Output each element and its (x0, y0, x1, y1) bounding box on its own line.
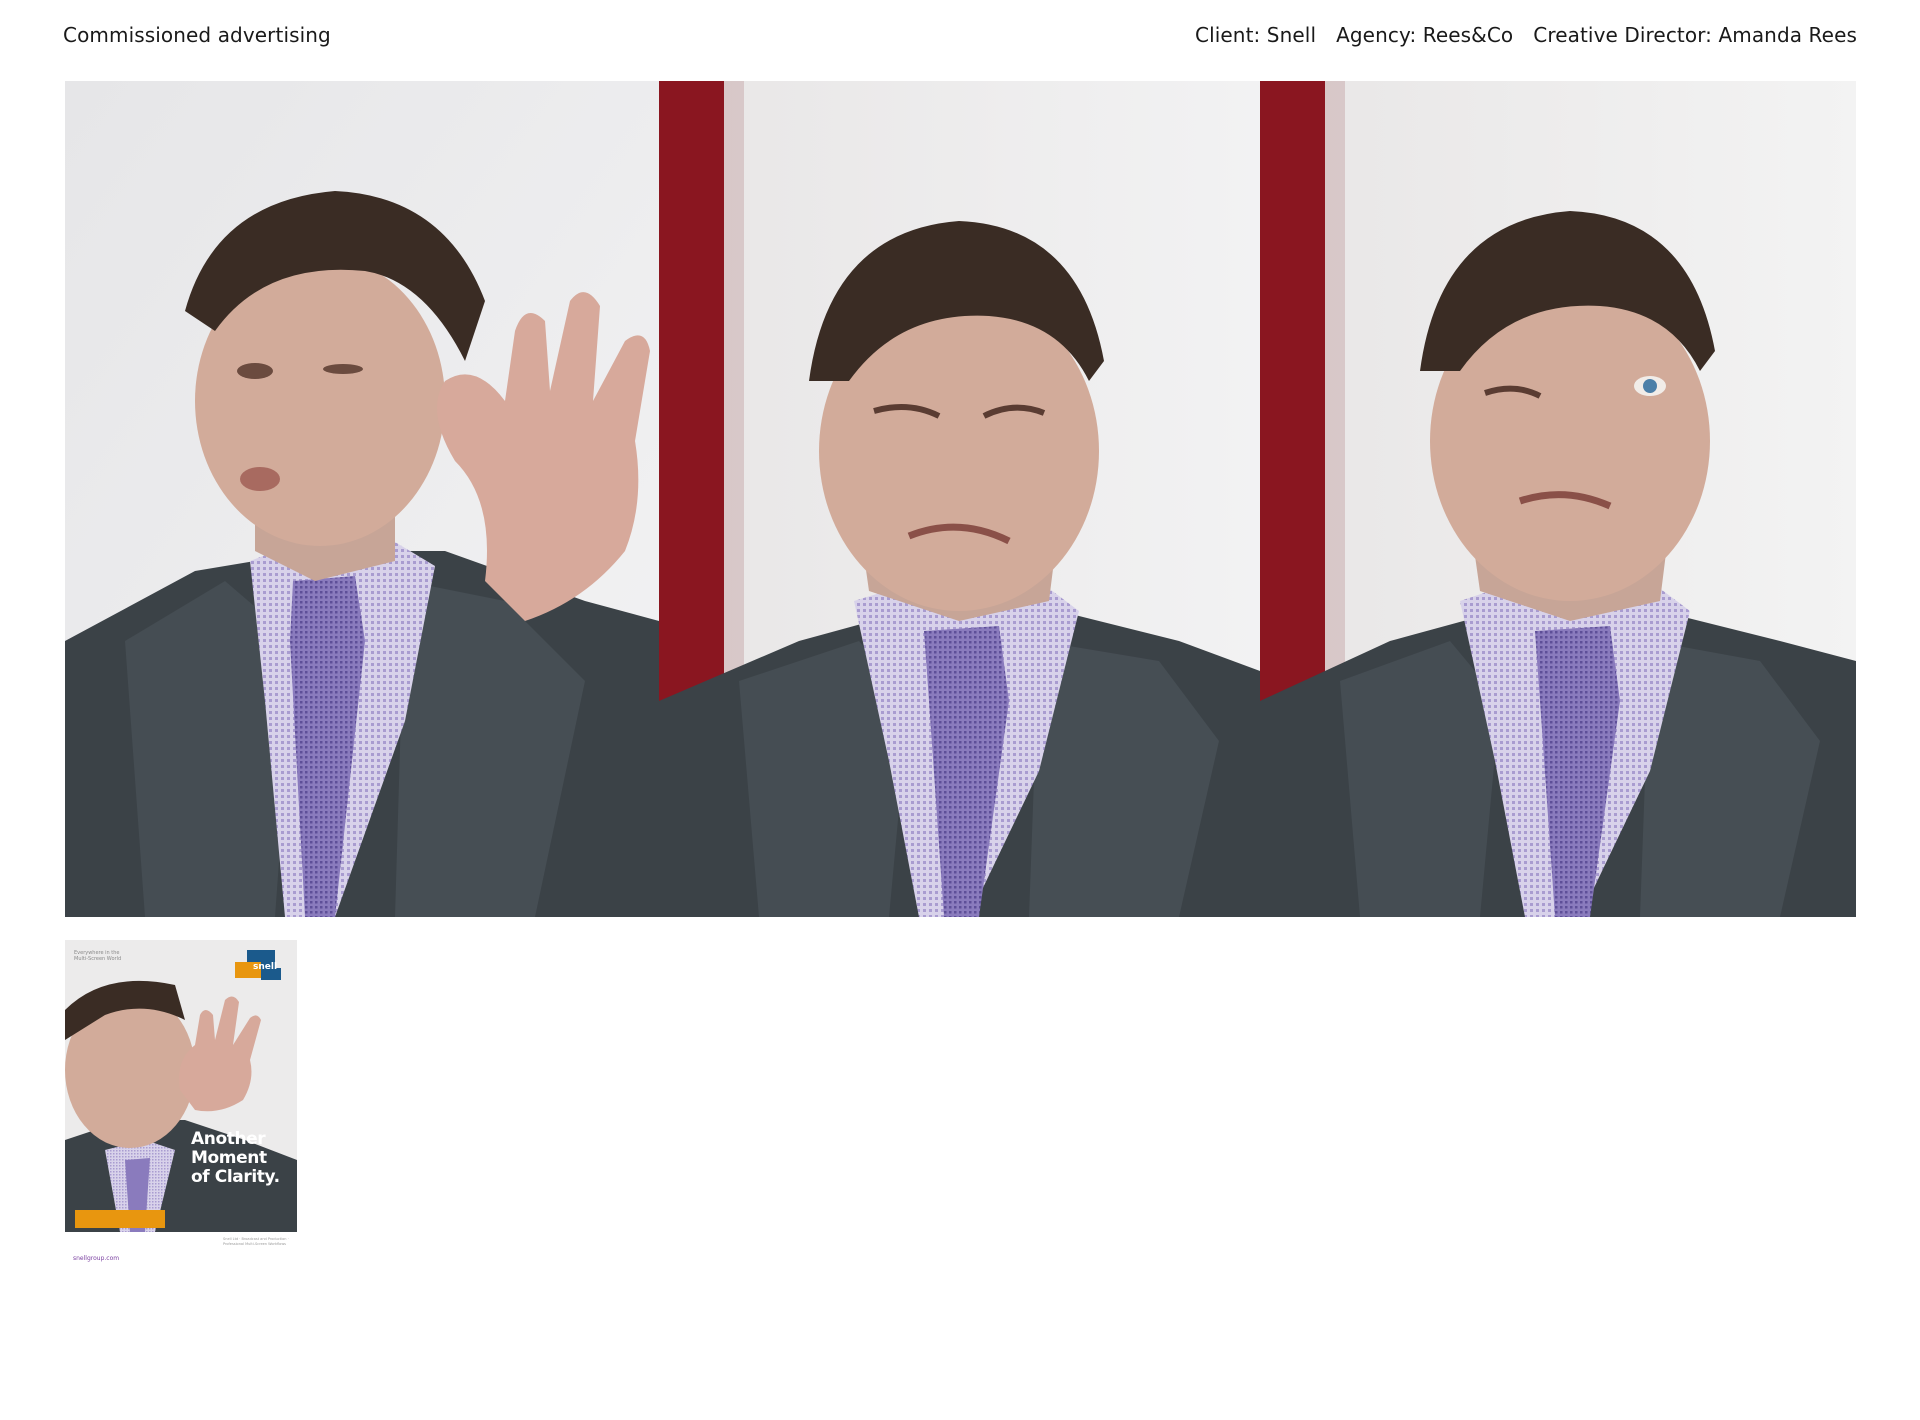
portrait-squint[interactable] (659, 81, 1260, 917)
page-title: Commissioned advertising (63, 23, 331, 47)
poster-url[interactable]: snellgroup.com (73, 1255, 119, 1262)
creative-director-credit: Creative Director: Amanda Rees (1533, 23, 1857, 47)
portrait-wink[interactable] (1260, 81, 1856, 917)
poster-headline-line: Moment (191, 1148, 267, 1168)
agency-credit: Agency: Rees&Co (1336, 23, 1514, 47)
credits: Client: Snell Agency: Rees&Co Creative D… (1195, 23, 1857, 47)
poster-headline-line: of Clarity. (191, 1167, 280, 1187)
poster-kicker: Everywhere in the Multi-Screen World (74, 950, 122, 962)
photo-triptych (65, 81, 1856, 917)
poster-thumbnail[interactable]: Everywhere in the Multi-Screen World sne… (65, 940, 297, 1232)
portrait-hand-raised[interactable] (65, 81, 659, 917)
poster-headline-line: Another (191, 1129, 266, 1149)
poster-footnote: Snell Ltd · Broadcast and Production · P… (223, 1237, 289, 1246)
page-header: Commissioned advertising Client: Snell A… (63, 20, 1857, 50)
snell-logo: snell (253, 962, 278, 972)
client-credit: Client: Snell (1195, 23, 1317, 47)
poster-headline: Another Moment of Clarity. (191, 1130, 295, 1187)
